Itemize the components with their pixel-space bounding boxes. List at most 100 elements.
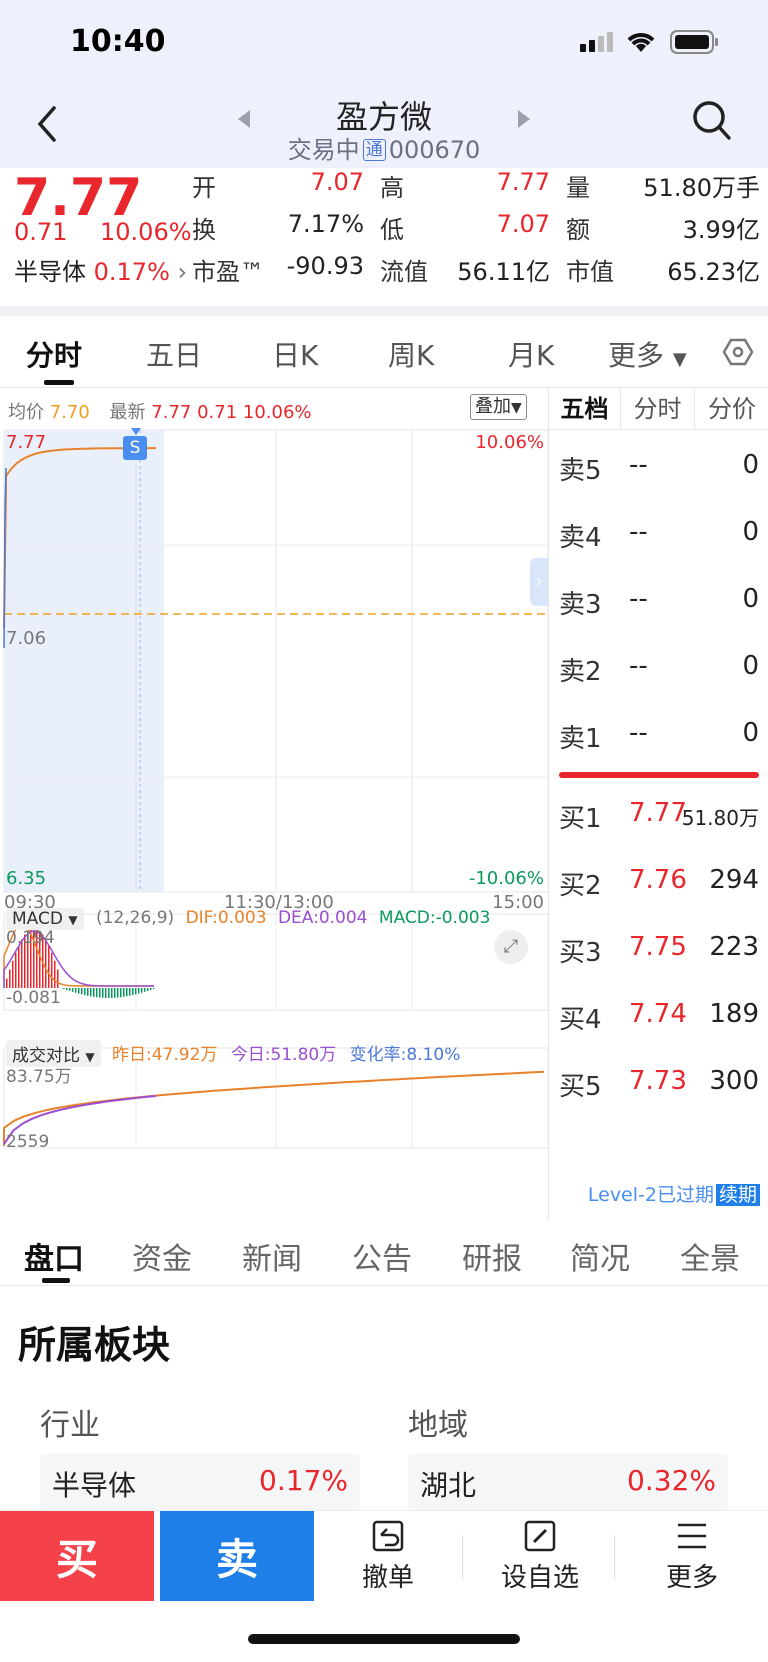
- status-time: 10:40: [70, 24, 166, 59]
- macd-bar: [147, 988, 149, 991]
- market-cap-label: 市值: [566, 258, 614, 286]
- buy-label: 买5: [559, 1072, 602, 1102]
- buy-row-4[interactable]: 买4 7.74 189: [549, 999, 768, 1039]
- y-axis-top: 7.77: [6, 432, 47, 453]
- sell-button[interactable]: 卖: [160, 1511, 314, 1601]
- tab-five-day[interactable]: 五日: [146, 334, 202, 374]
- edit-icon: [524, 1520, 556, 1552]
- macd-bar: [144, 988, 146, 992]
- marker-caret-icon: [131, 428, 141, 435]
- menu-icon: [678, 1523, 706, 1549]
- chevron-right-icon: ›: [177, 258, 188, 286]
- macd-bar: [114, 988, 116, 998]
- sell-row-5[interactable]: 卖5 -- 0: [549, 450, 768, 490]
- macd-axis-bottom: -0.081: [6, 988, 61, 1008]
- tab-more[interactable]: 更多 ▼: [608, 334, 687, 374]
- next-stock-icon[interactable]: [516, 108, 532, 130]
- macd-bar: [51, 952, 53, 988]
- undo-icon: [372, 1520, 404, 1552]
- buy-row-2[interactable]: 买2 7.76 294: [549, 865, 768, 905]
- macd-bar: [69, 988, 71, 991]
- ob-tab-five-levels[interactable]: 五档: [549, 388, 621, 430]
- collapse-handle[interactable]: ›: [530, 558, 548, 606]
- cellular-signal-icon: [580, 32, 613, 52]
- cancel-order-button[interactable]: 撤单: [318, 1519, 458, 1594]
- latest-label: 最新: [109, 402, 146, 423]
- event-badge[interactable]: S: [123, 436, 147, 460]
- buy-row-3[interactable]: 买3 7.75 223: [549, 932, 768, 972]
- status-bar: 10:40: [0, 0, 768, 90]
- connect-badge: 通: [362, 139, 386, 161]
- tab-intraday[interactable]: 分时: [26, 334, 82, 374]
- sell-row-3[interactable]: 卖3 -- 0: [549, 584, 768, 624]
- macd-dropdown[interactable]: MACD ▼: [6, 908, 84, 930]
- tab-daily-k[interactable]: 日K: [272, 334, 318, 374]
- tab-announcements[interactable]: 公告: [352, 1234, 412, 1278]
- tab-overview[interactable]: 全景: [680, 1234, 740, 1278]
- action-divider: [462, 1535, 463, 1579]
- sector-link[interactable]: 半导体 0.17% ›: [14, 252, 187, 287]
- sell-volume: 0: [742, 718, 759, 748]
- buy-label: 买3: [559, 938, 602, 968]
- volume-value: 51.80万手: [643, 174, 760, 202]
- spread-bar: [559, 772, 759, 778]
- avg-label: 均价: [8, 402, 44, 423]
- tab-research[interactable]: 研报: [462, 1234, 522, 1278]
- region-label: 地域: [408, 1408, 468, 1443]
- ob-tab-price-volume[interactable]: 分价: [695, 388, 768, 430]
- buy-row-1[interactable]: 买1 7.77 51.80万: [549, 798, 768, 838]
- macd-bar: [87, 988, 89, 996]
- chart-info-line: 均价 7.70 最新 7.77 0.71 10.06%: [8, 398, 312, 424]
- level2-expired-text: Level-2已过期: [587, 1184, 714, 1206]
- region-card[interactable]: 湖北 0.32%: [408, 1454, 728, 1510]
- macd-bar: [96, 988, 98, 998]
- tab-weekly-k[interactable]: 周K: [388, 334, 434, 374]
- macd-axis-top: 0.194: [6, 928, 55, 948]
- expand-icon[interactable]: ⤢: [494, 930, 528, 964]
- sell-row-2[interactable]: 卖2 -- 0: [549, 651, 768, 691]
- high-value: 7.77: [496, 168, 550, 196]
- volume-compare-line: 昨日:47.92万 今日:51.80万 变化率:8.10%: [112, 1040, 460, 1065]
- chart-canvas: [3, 429, 548, 1149]
- sell-volume: 0: [742, 651, 759, 681]
- tab-profile[interactable]: 简况: [570, 1234, 630, 1278]
- macd-bar: [6, 978, 8, 988]
- buy-button[interactable]: 买: [0, 1511, 154, 1601]
- tab-monthly-k[interactable]: 月K: [508, 334, 554, 374]
- tab-order-book[interactable]: 盘口: [24, 1234, 84, 1278]
- buy-price: 7.76: [629, 865, 687, 895]
- vol-axis-top: 83.75万: [6, 1067, 72, 1087]
- tab-funds[interactable]: 资金: [132, 1234, 192, 1278]
- today-volume: 今日:51.80万: [230, 1045, 337, 1065]
- add-watchlist-button[interactable]: 设自选: [470, 1519, 610, 1594]
- industry-name: 半导体: [52, 1469, 137, 1502]
- detail-tabs: 盘口 资金 新闻 公告 研报 简况 全景: [0, 1222, 768, 1286]
- volume-label: 量: [566, 174, 590, 202]
- low-value: 7.07: [496, 210, 550, 238]
- high-label: 高: [380, 174, 404, 202]
- macd-bar: [90, 988, 92, 997]
- macd-bar: [135, 988, 137, 995]
- macd-bar: [12, 960, 14, 988]
- buy-row-5[interactable]: 买5 7.73 300: [549, 1066, 768, 1106]
- action-divider: [614, 1535, 615, 1579]
- sell-row-4[interactable]: 卖4 -- 0: [549, 517, 768, 557]
- more-button[interactable]: 更多: [622, 1519, 762, 1594]
- turnover-value: 7.17%: [287, 210, 364, 238]
- sell-row-1[interactable]: 卖1 -- 0: [549, 718, 768, 758]
- ob-tab-ticks[interactable]: 分时: [621, 388, 695, 430]
- macd-bar: [54, 960, 56, 988]
- sector-name: 半导体: [14, 258, 86, 286]
- dropdown-caret-icon: ▼: [511, 400, 522, 416]
- sell-volume: 0: [742, 517, 759, 547]
- macd-bar: [63, 988, 65, 989]
- industry-card[interactable]: 半导体 0.17%: [40, 1454, 360, 1510]
- buy-volume: 51.80万: [681, 806, 759, 830]
- tab-news[interactable]: 新闻: [242, 1234, 302, 1278]
- renew-button[interactable]: 续期: [715, 1184, 760, 1206]
- latest-value: 7.77: [151, 402, 192, 423]
- settings-hexagon-icon[interactable]: [722, 336, 754, 368]
- search-icon[interactable]: [692, 100, 732, 142]
- overlay-dropdown[interactable]: 叠加▼: [470, 394, 527, 420]
- float-cap-value: 56.11亿: [457, 258, 550, 286]
